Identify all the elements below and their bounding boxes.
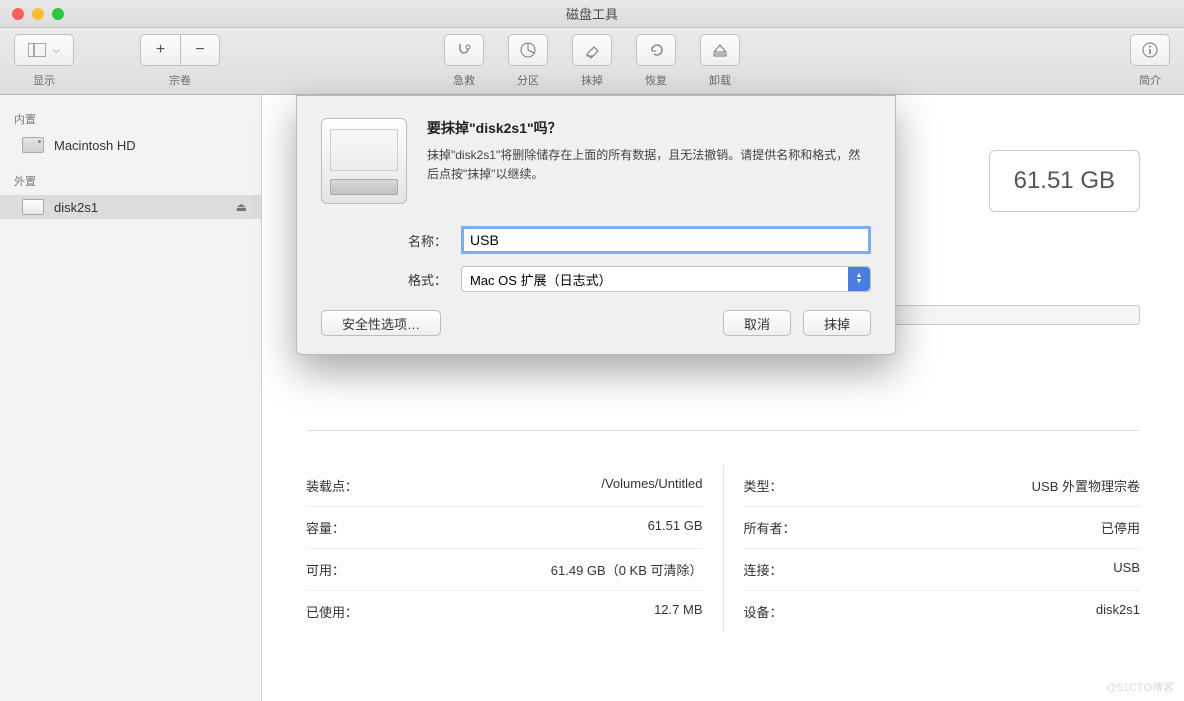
hdd-icon xyxy=(22,137,44,153)
info-value: 12.7 MB xyxy=(654,602,702,621)
toolbar-label: 急救 xyxy=(453,72,475,88)
erase-button[interactable] xyxy=(572,34,612,66)
info-value: 61.49 GB（0 KB 可清除） xyxy=(551,560,703,579)
info-key: 容量： xyxy=(306,518,345,537)
info-value: /Volumes/Untitled xyxy=(601,476,702,495)
erase-confirm-button[interactable]: 抹掉 xyxy=(803,310,871,336)
view-mode-button[interactable]: ⌵ xyxy=(14,34,74,66)
toolbar-label: 简介 xyxy=(1139,72,1161,88)
eject-icon xyxy=(711,41,729,59)
info-key: 已使用： xyxy=(306,602,358,621)
sidebar-layout-icon xyxy=(28,43,46,57)
name-input[interactable] xyxy=(461,226,871,254)
info-row: 设备： disk2s1 xyxy=(744,591,1141,632)
toolbar: ⌵ 显示 + − 宗卷 急救 分区 抹掉 xyxy=(0,28,1184,95)
drive-image-icon xyxy=(321,118,407,204)
restore-button[interactable] xyxy=(636,34,676,66)
select-arrows-icon: ▲▼ xyxy=(848,267,870,291)
eraser-icon xyxy=(583,41,601,59)
sidebar-section-internal: 内置 xyxy=(0,105,261,133)
erase-dialog: 要抹掉"disk2s1"吗？ 抹掉"disk2s1"将删除储存在上面的所有数据，… xyxy=(296,95,896,355)
name-label: 名称： xyxy=(391,231,461,250)
format-label: 格式： xyxy=(391,270,461,289)
sidebar-item-external-disk[interactable]: disk2s1 ⏏ xyxy=(0,195,261,219)
dialog-title: 要抹掉"disk2s1"吗？ xyxy=(427,118,871,138)
remove-volume-button[interactable]: − xyxy=(180,34,220,66)
info-value: 已停用 xyxy=(1101,518,1140,537)
cancel-button[interactable]: 取消 xyxy=(723,310,791,336)
info-value: USB xyxy=(1113,560,1140,579)
security-options-button[interactable]: 安全性选项… xyxy=(321,310,441,336)
divider xyxy=(306,430,1140,431)
info-value: USB 外置物理宗卷 xyxy=(1032,476,1140,495)
info-row: 可用： 61.49 GB（0 KB 可清除） xyxy=(306,549,703,591)
external-disk-icon xyxy=(22,199,44,215)
info-button[interactable] xyxy=(1130,34,1170,66)
stethoscope-icon xyxy=(455,41,473,59)
info-row: 类型： USB 外置物理宗卷 xyxy=(744,465,1141,507)
sidebar-section-external: 外置 xyxy=(0,167,261,195)
info-key: 装载点： xyxy=(306,476,358,495)
info-value: disk2s1 xyxy=(1096,602,1140,621)
info-row: 所有者： 已停用 xyxy=(744,507,1141,549)
firstaid-button[interactable] xyxy=(444,34,484,66)
toolbar-label: 分区 xyxy=(517,72,539,88)
dialog-description: 抹掉"disk2s1"将删除储存在上面的所有数据，且无法撤销。请提供名称和格式，… xyxy=(427,146,871,184)
info-row: 已使用： 12.7 MB xyxy=(306,591,703,632)
format-select[interactable]: Mac OS 扩展（日志式） ▲▼ xyxy=(461,266,871,292)
info-row: 连接： USB xyxy=(744,549,1141,591)
sidebar-item-label: disk2s1 xyxy=(54,200,98,215)
toolbar-label: 恢复 xyxy=(645,72,667,88)
info-key: 连接： xyxy=(744,560,783,579)
unmount-button[interactable] xyxy=(700,34,740,66)
format-select-value: Mac OS 扩展（日志式） xyxy=(470,270,612,289)
add-volume-button[interactable]: + xyxy=(140,34,180,66)
info-value: 61.51 GB xyxy=(648,518,703,537)
info-key: 所有者： xyxy=(744,518,796,537)
sidebar-item-internal-hd[interactable]: Macintosh HD xyxy=(0,133,261,157)
info-grid: 装载点： /Volumes/Untitled 容量： 61.51 GB 可用： 61.49… xyxy=(306,465,1140,632)
pie-icon xyxy=(519,41,537,59)
restore-icon xyxy=(647,41,665,59)
info-row: 装载点： /Volumes/Untitled xyxy=(306,465,703,507)
window-title: 磁盘工具 xyxy=(0,4,1184,23)
toolbar-label: 显示 xyxy=(33,72,55,88)
partition-button[interactable] xyxy=(508,34,548,66)
toolbar-label: 宗卷 xyxy=(169,72,191,88)
sidebar: 内置 Macintosh HD 外置 disk2s1 ⏏ xyxy=(0,95,262,701)
info-key: 可用： xyxy=(306,560,345,579)
watermark: @51CTO博客 xyxy=(1106,679,1174,695)
titlebar: 磁盘工具 xyxy=(0,0,1184,28)
sidebar-item-label: Macintosh HD xyxy=(54,138,136,153)
info-icon xyxy=(1141,41,1159,59)
info-key: 类型： xyxy=(744,476,783,495)
info-row: 容量： 61.51 GB xyxy=(306,507,703,549)
capacity-box: 61.51 GB xyxy=(989,150,1140,212)
toolbar-label: 抹掉 xyxy=(581,72,603,88)
toolbar-label: 卸载 xyxy=(709,72,731,88)
eject-icon[interactable]: ⏏ xyxy=(236,200,247,214)
info-key: 设备： xyxy=(744,602,783,621)
